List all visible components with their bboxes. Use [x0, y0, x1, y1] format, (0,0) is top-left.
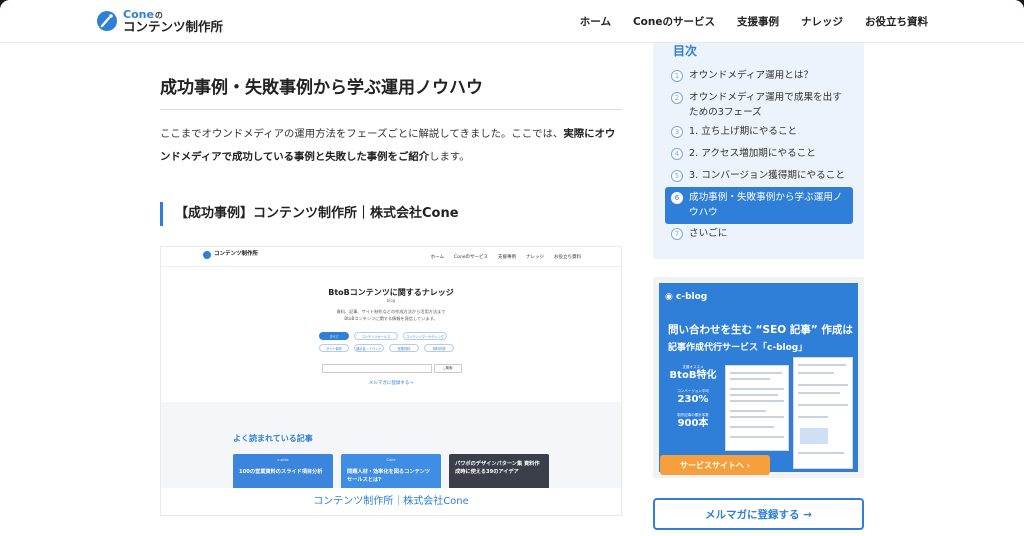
shot-nav-item: Coneのサービス	[453, 255, 488, 260]
site-logo[interactable]: Coneの コンテンツ制作所	[96, 7, 223, 35]
shot-logo-text: コンテンツ制作所	[214, 251, 259, 258]
toc-item-label: 2. アクセス増加期にやること	[689, 148, 816, 159]
banner-stat-value: 900本	[677, 418, 709, 429]
shot-desc-line: 資料、記事、サイト制作などの作成方法から活用方法まで	[336, 309, 446, 314]
banner-stat: 制作記事の累計本数 900本	[669, 413, 717, 435]
banner-doc-image	[725, 365, 789, 451]
shot-nav-item: お役立ち資料	[554, 255, 581, 260]
banner-stat-value: 230%	[677, 394, 709, 405]
shot-card-title: パワポのデザインパターン集 資料作成時に使える39のアイデア	[455, 461, 540, 475]
shot-nav-item: ホーム	[430, 255, 444, 260]
toc-number: 2	[671, 92, 683, 104]
toc-item-label: 1. 立ち上げ期にやること	[689, 126, 798, 137]
toc-number: 7	[671, 228, 683, 240]
shot-header: コンテンツ制作所 ホーム Coneのサービス 支援事例 ナレッジ お役立ち資料	[161, 247, 621, 267]
shot-chip: すべて	[319, 332, 349, 340]
shot-card-label: Cone	[386, 458, 396, 462]
para-text-2: します。	[429, 151, 470, 163]
shot-search-label: 検索	[445, 366, 453, 370]
banner-logo: ◉ c-blog	[665, 292, 707, 302]
shot-description: 資料、記事、サイト制作などの作成方法から活用方法まで BtoBコンテンツに関する…	[161, 308, 621, 322]
toc-item[interactable]: 5 3. コンバージョン獲得期にやること	[665, 166, 853, 185]
shot-nav: ホーム Coneのサービス 支援事例 ナレッジ お役立ち資料	[431, 254, 581, 260]
nav-services[interactable]: Coneのサービス	[633, 14, 715, 29]
banner-logo-text: c-blog	[676, 292, 708, 302]
shot-logo: コンテンツ制作所	[203, 251, 258, 259]
toc-item[interactable]: 7 さいごに	[665, 224, 853, 243]
shot-chip: サイト制作	[319, 344, 349, 352]
shot-chip: 営業資料	[389, 344, 419, 352]
nav-home[interactable]: ホーム	[580, 14, 611, 29]
table-of-contents: 目次 1 オウンドメディア運用とは？ 2 オウンドメディア運用で成果を出すための3フ…	[653, 43, 864, 259]
toc-item[interactable]: 4 2. アクセス増加期にやること	[665, 144, 853, 163]
shot-popular-heading: よく読まれている記事	[233, 434, 313, 443]
toc-item[interactable]: 3 1. 立ち上げ期にやること	[665, 122, 853, 141]
toc-item-label: オウンドメディア運用で成果を出すための3フェーズ	[689, 92, 842, 118]
shot-chip: 資料作成	[424, 344, 454, 352]
service-site-label: サービスサイトへ	[679, 460, 744, 470]
toc-number: 3	[671, 126, 683, 138]
banner-stat: 支援オススメ BtoB特化	[669, 365, 717, 387]
shot-desc-line: BtoBコンテンツに関する情報を発信しています。	[344, 316, 438, 321]
toc-number: 4	[671, 148, 683, 160]
banner-subheadline: 記事作成代行サービス「c-blog」	[668, 343, 808, 353]
para-text-1: ここまでオウンドメディアの運用方法をフェーズごとに解説してきました。ここでは、	[160, 128, 564, 140]
shot-chip: コンテンツマーケティング	[403, 332, 447, 340]
c-blog-logo-icon: ◉	[665, 292, 676, 302]
shot-chip: コンテンツセールス	[354, 332, 398, 340]
toc-number: 1	[671, 70, 683, 82]
shot-card-title: 100の営業資料のスライド項目分析	[239, 469, 323, 475]
shot-chip: 展示会・イベント	[354, 344, 384, 352]
toc-item-label: 成功事例・失敗事例から学ぶ運用ノウハウ	[689, 192, 843, 218]
subsection-heading: 【成功事例】コンテンツ制作所｜株式会社Cone	[160, 202, 622, 226]
screenshot-caption[interactable]: コンテンツ制作所｜株式会社Cone	[160, 488, 622, 516]
browser-frame: Coneの コンテンツ制作所 ホーム Coneのサービス 支援事例 ナレッジ お…	[0, 0, 1024, 536]
site-header: Coneの コンテンツ制作所 ホーム Coneのサービス 支援事例 ナレッジ お…	[0, 0, 1024, 43]
shot-card-label: c-slide	[277, 458, 289, 462]
case-screenshot: コンテンツ制作所 ホーム Coneのサービス 支援事例 ナレッジ お役立ち資料 …	[160, 246, 622, 516]
toc-number: 6	[671, 192, 683, 204]
service-site-button[interactable]: サービスサイトへ ›	[660, 455, 770, 475]
shot-nav-item: ナレッジ	[526, 255, 544, 260]
toc-item[interactable]: 2 オウンドメディア運用で成果を出すための3フェーズ	[665, 88, 853, 122]
intro-paragraph: ここまでオウンドメディアの運用方法をフェーズごとに解説してきました。ここでは、実…	[160, 123, 622, 169]
logo-bottom-text: コンテンツ制作所	[123, 19, 224, 35]
nav-resources[interactable]: お役立ち資料	[865, 14, 928, 29]
shot-nav-item: 支援事例	[498, 255, 516, 260]
banner-panel: ◉ c-blog 問い合わせを生む “SEO 記事” 作成は 記事作成代行サービ…	[659, 283, 858, 475]
cone-logo-icon	[96, 10, 118, 32]
toc-item-label: オウンドメディア運用とは？	[689, 70, 814, 81]
section-heading: 成功事例・失敗事例から学ぶ運用ノウハウ	[160, 73, 622, 110]
main-nav: ホーム Coneのサービス 支援事例 ナレッジ お役立ち資料	[580, 14, 928, 29]
shot-subtitle: blog	[386, 298, 396, 303]
banner-doc-image	[793, 357, 853, 469]
toc-title: 目次	[673, 44, 698, 58]
banner-stat-value: BtoB特化	[669, 370, 717, 381]
banner-headline: 問い合わせを生む “SEO 記事” 作成は	[668, 324, 853, 336]
nav-cases[interactable]: 支援事例	[737, 14, 779, 29]
shot-logo-icon	[203, 251, 211, 259]
toc-item-label: さいごに	[689, 228, 728, 239]
toc-number: 5	[671, 170, 683, 182]
shot-search-input	[322, 364, 432, 373]
shot-title: BtoBコンテンツに関するナレッジ	[328, 288, 454, 297]
arrow-right-icon: ›	[743, 460, 751, 470]
nav-knowledge[interactable]: ナレッジ	[801, 14, 843, 29]
shot-mail-link: メルマガに登録する→	[368, 381, 414, 386]
shot-card-title: 問題人材・効率化を図るコンテンツセールスとは?	[347, 469, 431, 483]
toc-item-label: 3. コンバージョン獲得期にやること	[689, 170, 845, 181]
shot-category-chips: すべて コンテンツセールス コンテンツマーケティング サイト制作 展示会・イベン…	[319, 332, 469, 352]
toc-item[interactable]: 1 オウンドメディア運用とは？	[665, 66, 853, 85]
toc-item-active[interactable]: 6 成功事例・失敗事例から学ぶ運用ノウハウ	[665, 187, 853, 224]
c-blog-banner[interactable]: ◉ c-blog 問い合わせを生む “SEO 記事” 作成は 記事作成代行サービ…	[653, 277, 864, 478]
newsletter-button[interactable]: メルマガに登録する →	[653, 498, 864, 530]
banner-stat: コンバージョン平均 230%	[669, 389, 717, 411]
shot-search-button: ⌕ 検索	[434, 364, 462, 373]
